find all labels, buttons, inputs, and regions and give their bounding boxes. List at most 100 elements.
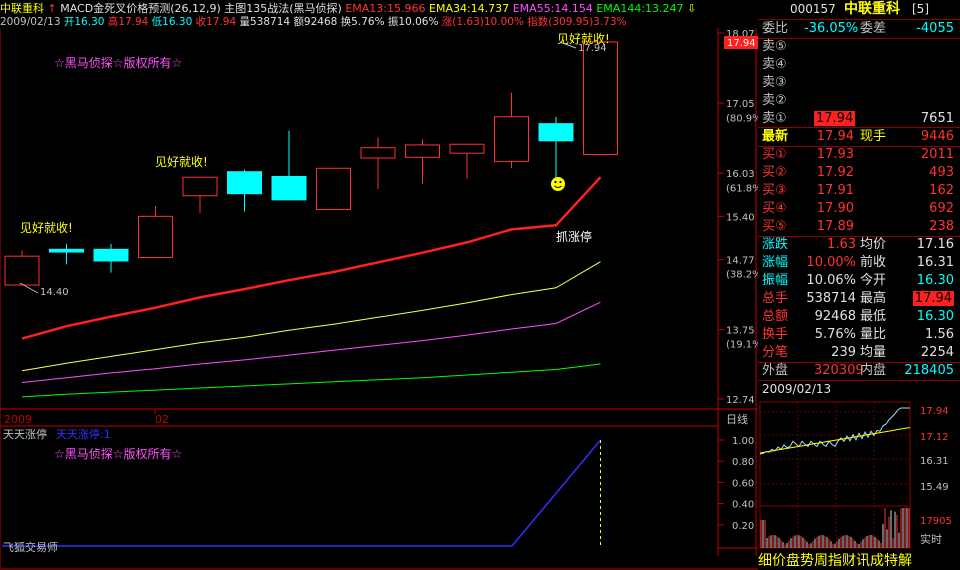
sub-tick-label: 0.20	[732, 521, 754, 532]
candle-body-up	[449, 143, 485, 154]
candle-body-up	[360, 147, 396, 159]
buy-level-3[interactable]: 买③ 17.91 162	[758, 182, 960, 200]
ema34-label: EMA34:14.737	[429, 2, 510, 14]
mini-avg-line	[759, 427, 911, 454]
stats-low: 低16.30	[151, 16, 193, 28]
candle[interactable]	[538, 116, 574, 183]
ema144-line	[21, 363, 601, 398]
candle-body-down	[49, 248, 84, 253]
up-arrow-icon: ↑	[47, 2, 57, 14]
stat-row: 换手 5.76% 量比 1.56	[762, 327, 954, 342]
ema13-label: EMA13:15.966	[345, 2, 426, 14]
stat-row: 总手 538714 最高 17.94	[762, 291, 954, 306]
download-icon[interactable]: ⇩	[687, 2, 696, 14]
sell-level-2[interactable]: 卖②	[758, 92, 960, 110]
candle[interactable]	[316, 167, 351, 210]
stats-index: 指数(309.95)3.73%	[527, 16, 627, 28]
stock-name[interactable]: 中联重科	[0, 2, 44, 14]
low-price-label: 14.40	[40, 287, 69, 298]
buy-level-2[interactable]: 买② 17.92 493	[758, 164, 960, 182]
sell-level-3[interactable]: 卖③	[758, 74, 960, 92]
price-tick-label: (38.2%)	[726, 269, 758, 280]
quote-name: 中联重科	[844, 1, 900, 17]
chart-area[interactable]: 18.0717.05(80.9%)16.03(61.8%)15.4014.77(…	[0, 28, 758, 570]
candle[interactable]	[449, 143, 485, 179]
indicator-title[interactable]: MACD金死叉价格预测(26,12,9)	[60, 2, 221, 14]
mini-tick-label: 16.31	[920, 456, 949, 467]
candlesticks	[4, 41, 618, 286]
candle-body-up	[405, 144, 440, 158]
sell-level-1[interactable]: 卖① 17.94 7651	[758, 110, 960, 128]
outer-inner-row: 外盘 320309 内盘 218405	[762, 363, 954, 378]
stat-row: 振幅 10.06% 今开 16.30	[762, 273, 954, 288]
buy-level-4[interactable]: 买④ 17.90 692	[758, 200, 960, 218]
ema55-line	[21, 301, 601, 383]
quote-code: 000157	[790, 2, 836, 16]
price-tick-label: (61.8%)	[726, 184, 758, 195]
price-tick-label: 12.74	[726, 395, 755, 406]
candle-body-down	[538, 123, 574, 142]
stats-open: 开16.30	[63, 16, 105, 28]
candle-body-up	[583, 41, 618, 156]
price-tick-label: 14.77	[726, 256, 755, 267]
candle[interactable]	[405, 139, 440, 185]
candle[interactable]	[360, 137, 396, 189]
candle-body-up	[4, 255, 40, 286]
sub-tick-label: 0.60	[732, 478, 754, 489]
committee-row: 委比 -36.05% 委差 -4055	[762, 21, 954, 36]
price-axis-ticks: 18.0717.05(80.9%)16.03(61.8%)15.4014.77(…	[718, 29, 758, 406]
bottom-tabs[interactable]: 细价盘势周指财讯成特解	[758, 550, 960, 570]
quote-panel: 000157 中联重科 [5] 委比 -36.05% 委差 -4055 卖⑤ 卖…	[758, 0, 960, 570]
stats-amount: 额92468	[293, 16, 338, 28]
stats-date: 2009/02/13	[0, 16, 61, 28]
candle-body-up	[316, 167, 351, 210]
buy-level-1[interactable]: 买① 17.93 2011	[758, 146, 960, 164]
candle[interactable]	[271, 130, 307, 201]
mini-chart-date: 2009/02/13	[762, 382, 832, 396]
price-tick-label: 15.40	[726, 212, 755, 223]
candle[interactable]	[227, 169, 262, 212]
period-label[interactable]: 日线	[726, 412, 748, 426]
sell-level-4[interactable]: 卖④	[758, 56, 960, 74]
high-price-label: 17.94	[578, 43, 607, 54]
smiley-icon	[551, 177, 565, 191]
ema-lines	[21, 176, 602, 398]
stats-bar: 2009/02/13 开16.30 高17.94 低16.30 收17.94 量…	[0, 14, 720, 28]
realtime-label[interactable]: 实时	[920, 532, 942, 546]
candle-body-down	[93, 248, 129, 262]
candle[interactable]	[93, 243, 129, 273]
price-tick-label: 17.05	[726, 99, 755, 110]
candle-body-up	[182, 176, 218, 197]
sub-footer: 飞狐交易师	[3, 540, 58, 554]
watermark-sub: ☆黑马侦探☆版权所有☆	[54, 447, 182, 461]
price-tick-label: (19.1%)	[726, 339, 758, 350]
main-chart-name[interactable]: 主图135战法(黑马侦探)	[224, 2, 342, 14]
sub-tick-label: 1.00	[732, 436, 754, 447]
mini-tick-label: 15.49	[920, 482, 949, 493]
candle[interactable]	[182, 176, 218, 213]
candle-body-down	[271, 176, 307, 201]
buy-level-5[interactable]: 买⑤ 17.89 238	[758, 218, 960, 236]
sell-level-5[interactable]: 卖⑤	[758, 38, 960, 56]
candle-body-up	[138, 215, 173, 259]
quote-suffix: [5]	[912, 2, 929, 16]
candle[interactable]	[138, 206, 173, 259]
stats-turnover: 换5.76%	[340, 16, 385, 28]
candle[interactable]	[4, 250, 40, 286]
x-axis-year: 2009	[4, 413, 32, 426]
stat-row: 涨跌 1.63 均价 17.16	[762, 237, 954, 252]
title-bar: 中联重科 ↑ MACD金死叉价格预测(26,12,9) 主图135战法(黑马侦探…	[0, 0, 720, 14]
candle[interactable]	[583, 41, 618, 156]
price-tick-label: 13.75	[726, 326, 755, 337]
mini-intraday-chart[interactable]: 17.94 17.12 16.31 15.49 17905 实时	[758, 398, 960, 550]
stats-close: 收17.94	[195, 16, 237, 28]
stat-row: 涨幅 10.00% 前收 16.31	[762, 255, 954, 270]
candle[interactable]	[49, 243, 84, 265]
sub-tick-label: 0.40	[732, 500, 754, 511]
x-axis-month: 02	[155, 413, 169, 426]
sub-indicator-value: 天天涨停:1	[56, 427, 111, 441]
candle[interactable]	[494, 92, 529, 169]
sub-indicator-name[interactable]: 天天涨停	[3, 427, 47, 441]
stats-change: 涨(1.63)10.00%	[441, 16, 524, 28]
stats-amplitude: 振10.06%	[387, 16, 439, 28]
